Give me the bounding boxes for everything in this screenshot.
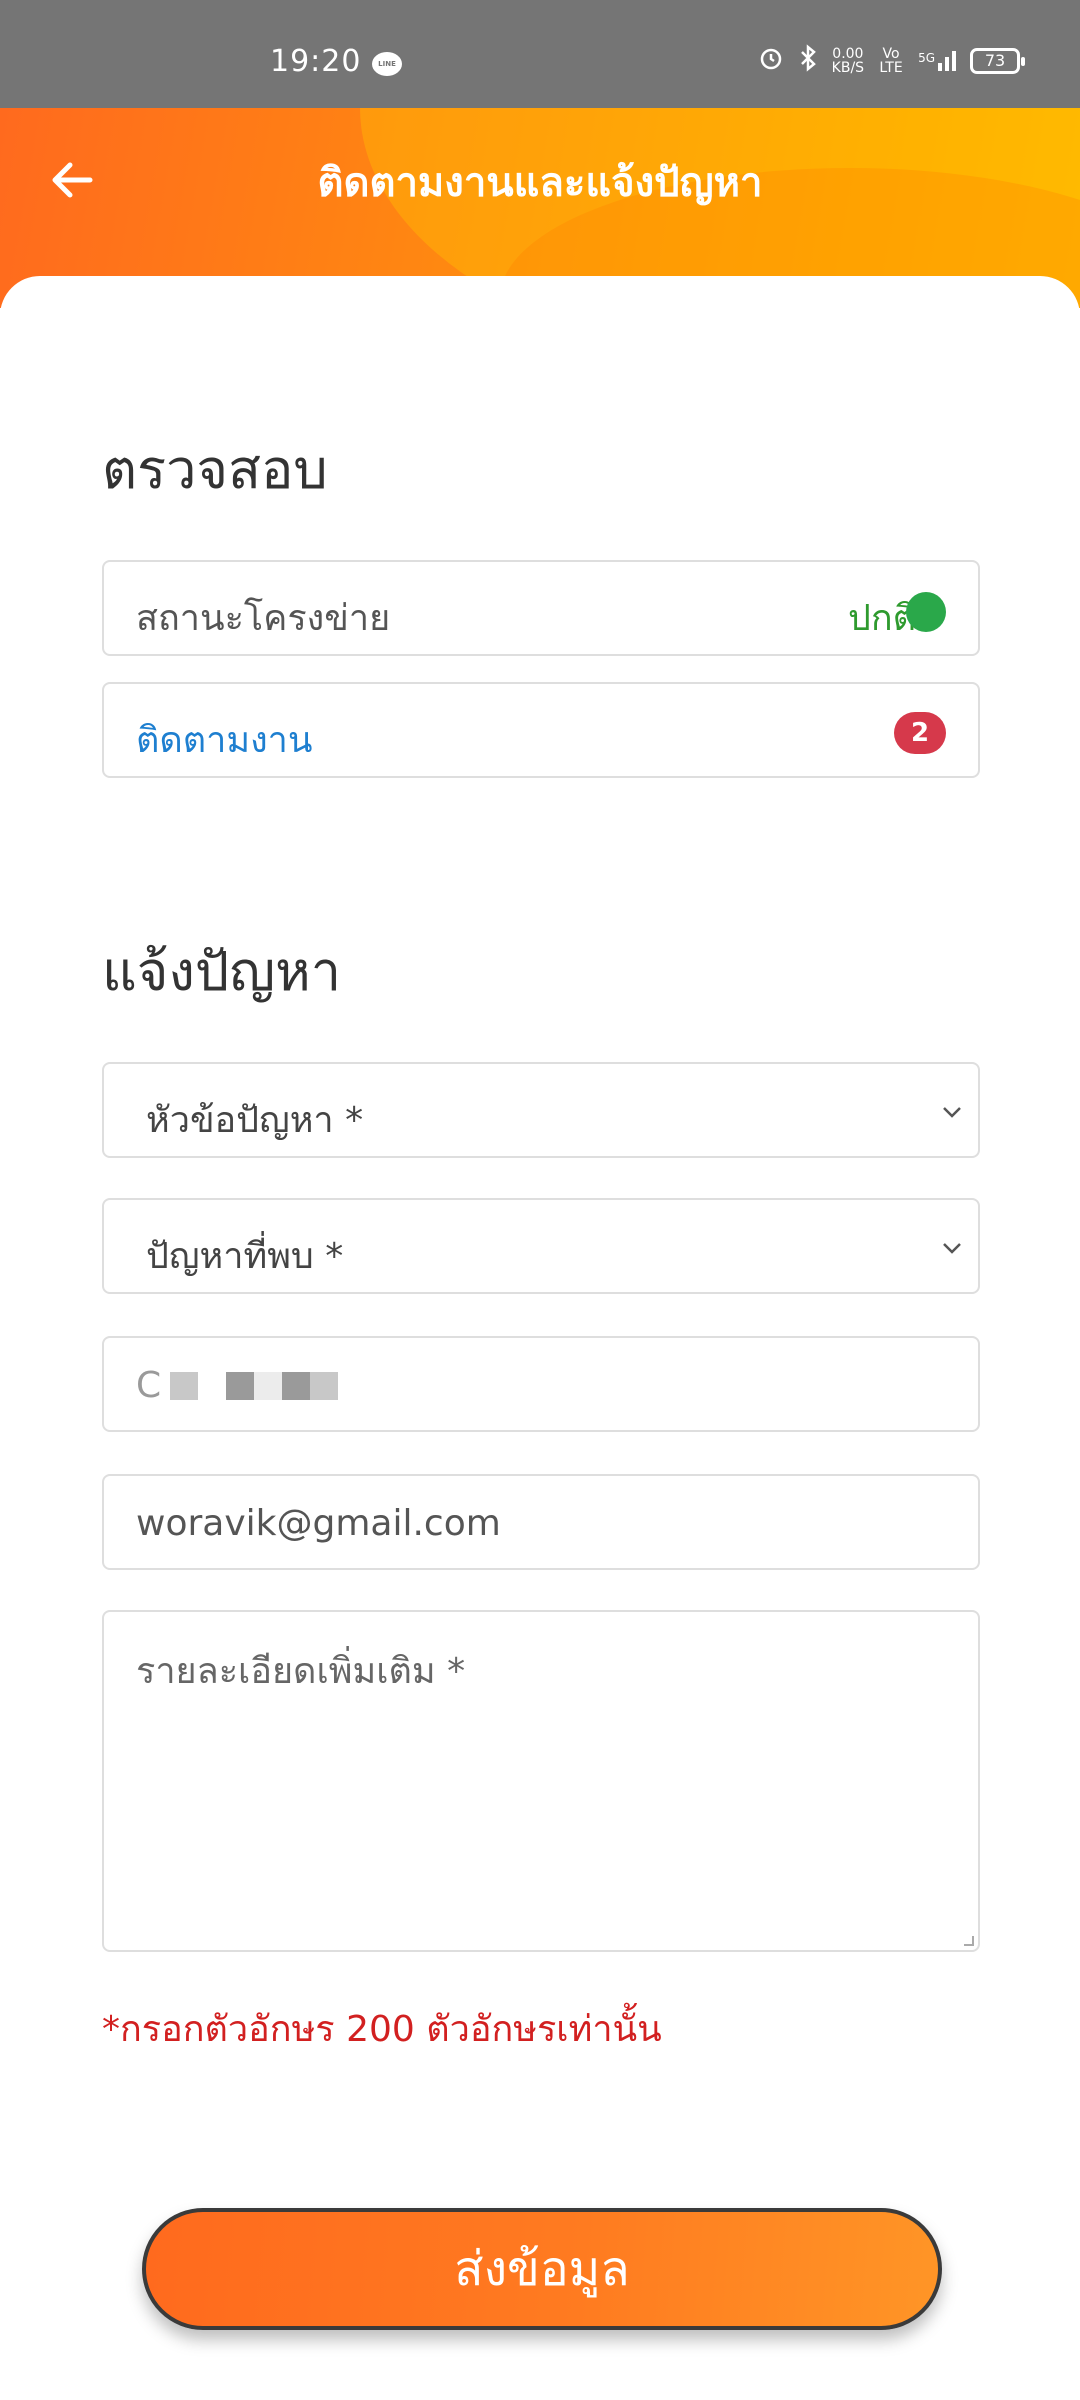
status-bar: 19:20 LINE 0.00 KB/S Vo LTE 5G 73: [0, 0, 1080, 108]
submit-button[interactable]: ส่งข้อมูล: [142, 2208, 942, 2330]
status-ok-dot: [906, 592, 946, 632]
redacted-block: [226, 1372, 254, 1400]
phone-input[interactable]: C: [102, 1336, 980, 1432]
net-speed-unit: KB/S: [831, 60, 865, 76]
problem-select[interactable]: ปัญหาที่พบ *: [102, 1198, 980, 1294]
problem-select-text: ปัญหาที่พบ *: [146, 1236, 344, 1277]
status-time: 19:20: [270, 44, 362, 79]
redacted-block: [282, 1372, 310, 1400]
bluetooth-icon: [798, 44, 818, 78]
character-limit-note: *กรอกตัวอักษร 200 ตัวอักษรเท่านั้น: [102, 2009, 662, 2050]
network-status-row[interactable]: สถานะโครงข่าย ปกติ: [102, 560, 980, 656]
redacted-block: [254, 1372, 282, 1400]
volte-icon: Vo LTE: [879, 46, 903, 76]
phone-input-value: C: [136, 1365, 162, 1406]
net-speed-indicator: 0.00 KB/S: [832, 47, 864, 75]
status-icons: 0.00 KB/S Vo LTE 5G 73: [758, 44, 1025, 78]
alarm-icon: [758, 45, 784, 77]
topic-select-text: หัวข้อปัญหา *: [146, 1100, 364, 1141]
track-jobs-row[interactable]: ติดตามงาน 2: [102, 682, 980, 778]
details-textarea[interactable]: รายละเอียดเพิ่มเติม *: [102, 1610, 980, 1952]
signal-icon: 5G: [918, 51, 956, 71]
topic-select[interactable]: หัวข้อปัญหา *: [102, 1062, 980, 1158]
email-input-value: woravik@gmail.com: [136, 1503, 501, 1544]
email-input[interactable]: woravik@gmail.com: [102, 1474, 980, 1570]
network-status-label: สถานะโครงข่าย: [136, 598, 391, 639]
details-placeholder: รายละเอียดเพิ่มเติม *: [136, 1651, 466, 1692]
track-jobs-count-badge: 2: [894, 712, 946, 754]
line-app-icon: LINE: [372, 52, 402, 76]
chevron-down-icon: [940, 1236, 964, 1260]
network-type: 5G: [918, 51, 935, 65]
redacted-block: [310, 1372, 338, 1400]
net-speed-value: 0.00: [832, 46, 864, 62]
chevron-down-icon: [940, 1100, 964, 1124]
resize-grip-icon[interactable]: [964, 1936, 974, 1946]
track-jobs-label: ติดตามงาน: [136, 720, 313, 761]
report-section-title: แจ้งปัญหา: [102, 940, 342, 1003]
redacted-block: [170, 1372, 198, 1400]
battery-icon: 73: [970, 48, 1025, 74]
page-title: ติดตามงานและแจ้งปัญหา: [317, 160, 763, 206]
check-section-title: ตรวจสอบ: [102, 438, 328, 501]
